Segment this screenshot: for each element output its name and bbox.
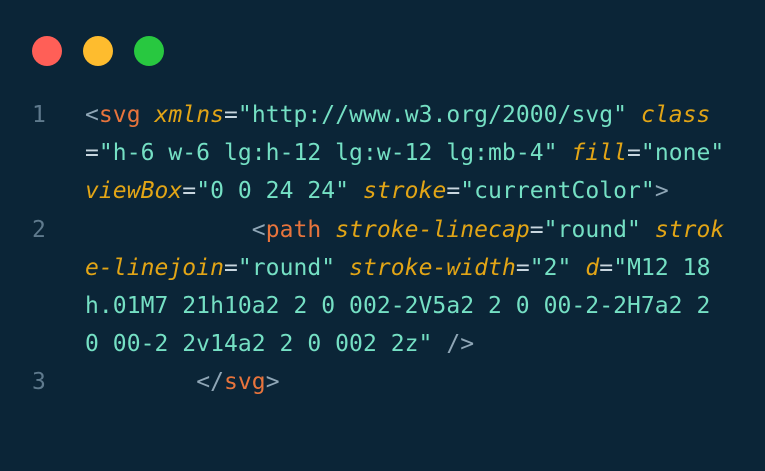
attribute-name-token: d bbox=[585, 254, 600, 281]
attribute-value-token: "currentColor" bbox=[460, 178, 655, 205]
code-window: 1 <svg xmlns="http://www.w3.org/2000/svg… bbox=[0, 0, 765, 471]
code-line[interactable]: <path stroke-linecap="round" stroke-line… bbox=[85, 211, 730, 364]
attribute-name-token: stroke-width bbox=[349, 254, 516, 281]
attribute-value-token: "h-6 w-6 lg:h-12 lg:w-12 lg:mb-4" bbox=[98, 140, 558, 167]
line-number: 1 bbox=[32, 102, 46, 128]
attribute-name-token: class bbox=[640, 102, 711, 128]
equals-token: = bbox=[529, 216, 544, 243]
line-number: 2 bbox=[32, 216, 46, 243]
attribute-name-token: stroke-linecap bbox=[335, 216, 530, 243]
equals-token: = bbox=[223, 254, 238, 281]
close-dot-icon[interactable] bbox=[32, 36, 62, 66]
equals-token: = bbox=[515, 254, 530, 281]
attribute-value-token: "round" bbox=[237, 254, 336, 281]
equals-token: = bbox=[224, 102, 238, 128]
bracket-token: </ bbox=[196, 369, 224, 396]
bracket-token: > bbox=[265, 369, 280, 396]
code-block[interactable]: 1 <svg xmlns="http://www.w3.org/2000/svg… bbox=[0, 96, 765, 402]
equals-token: = bbox=[599, 254, 614, 281]
window-controls bbox=[32, 36, 164, 66]
attribute-name-token: viewBox bbox=[85, 178, 183, 205]
attribute-name-token: fill bbox=[571, 140, 628, 167]
equals-token: = bbox=[182, 178, 197, 205]
attribute-value-token: "2" bbox=[529, 254, 572, 281]
equals-token: = bbox=[446, 178, 461, 205]
attribute-name-token: stroke bbox=[362, 178, 447, 205]
line-number: 3 bbox=[32, 369, 46, 396]
attribute-value-token: "round" bbox=[543, 216, 641, 243]
tag-name-token: svg bbox=[223, 369, 266, 396]
bracket-token: > bbox=[654, 178, 669, 205]
code-row: 1 <svg xmlns="http://www.w3.org/2000/svg… bbox=[0, 96, 765, 211]
minimize-dot-icon[interactable] bbox=[83, 36, 113, 66]
equals-token: = bbox=[627, 140, 641, 167]
tag-name-token: svg bbox=[98, 102, 141, 128]
code-line[interactable]: </svg> bbox=[85, 363, 730, 401]
code-row: 3 </svg> bbox=[0, 363, 765, 401]
code-row: 2 <path stroke-linecap="round" stroke-li… bbox=[0, 211, 765, 364]
tag-name-token: path bbox=[265, 216, 322, 243]
bracket-token: < bbox=[251, 216, 266, 243]
attribute-value-token: "0 0 24 24" bbox=[196, 178, 350, 205]
equals-token: = bbox=[85, 140, 99, 167]
bracket-token: < bbox=[85, 102, 99, 128]
attribute-value-token: "http://www.w3.org/2000/svg" bbox=[237, 102, 628, 128]
maximize-dot-icon[interactable] bbox=[134, 36, 164, 66]
attribute-name-token: xmlns bbox=[154, 102, 225, 128]
attribute-value-token: "none" bbox=[640, 140, 725, 167]
code-line[interactable]: <svg xmlns="http://www.w3.org/2000/svg" … bbox=[85, 96, 730, 211]
bracket-token: /> bbox=[446, 331, 475, 358]
